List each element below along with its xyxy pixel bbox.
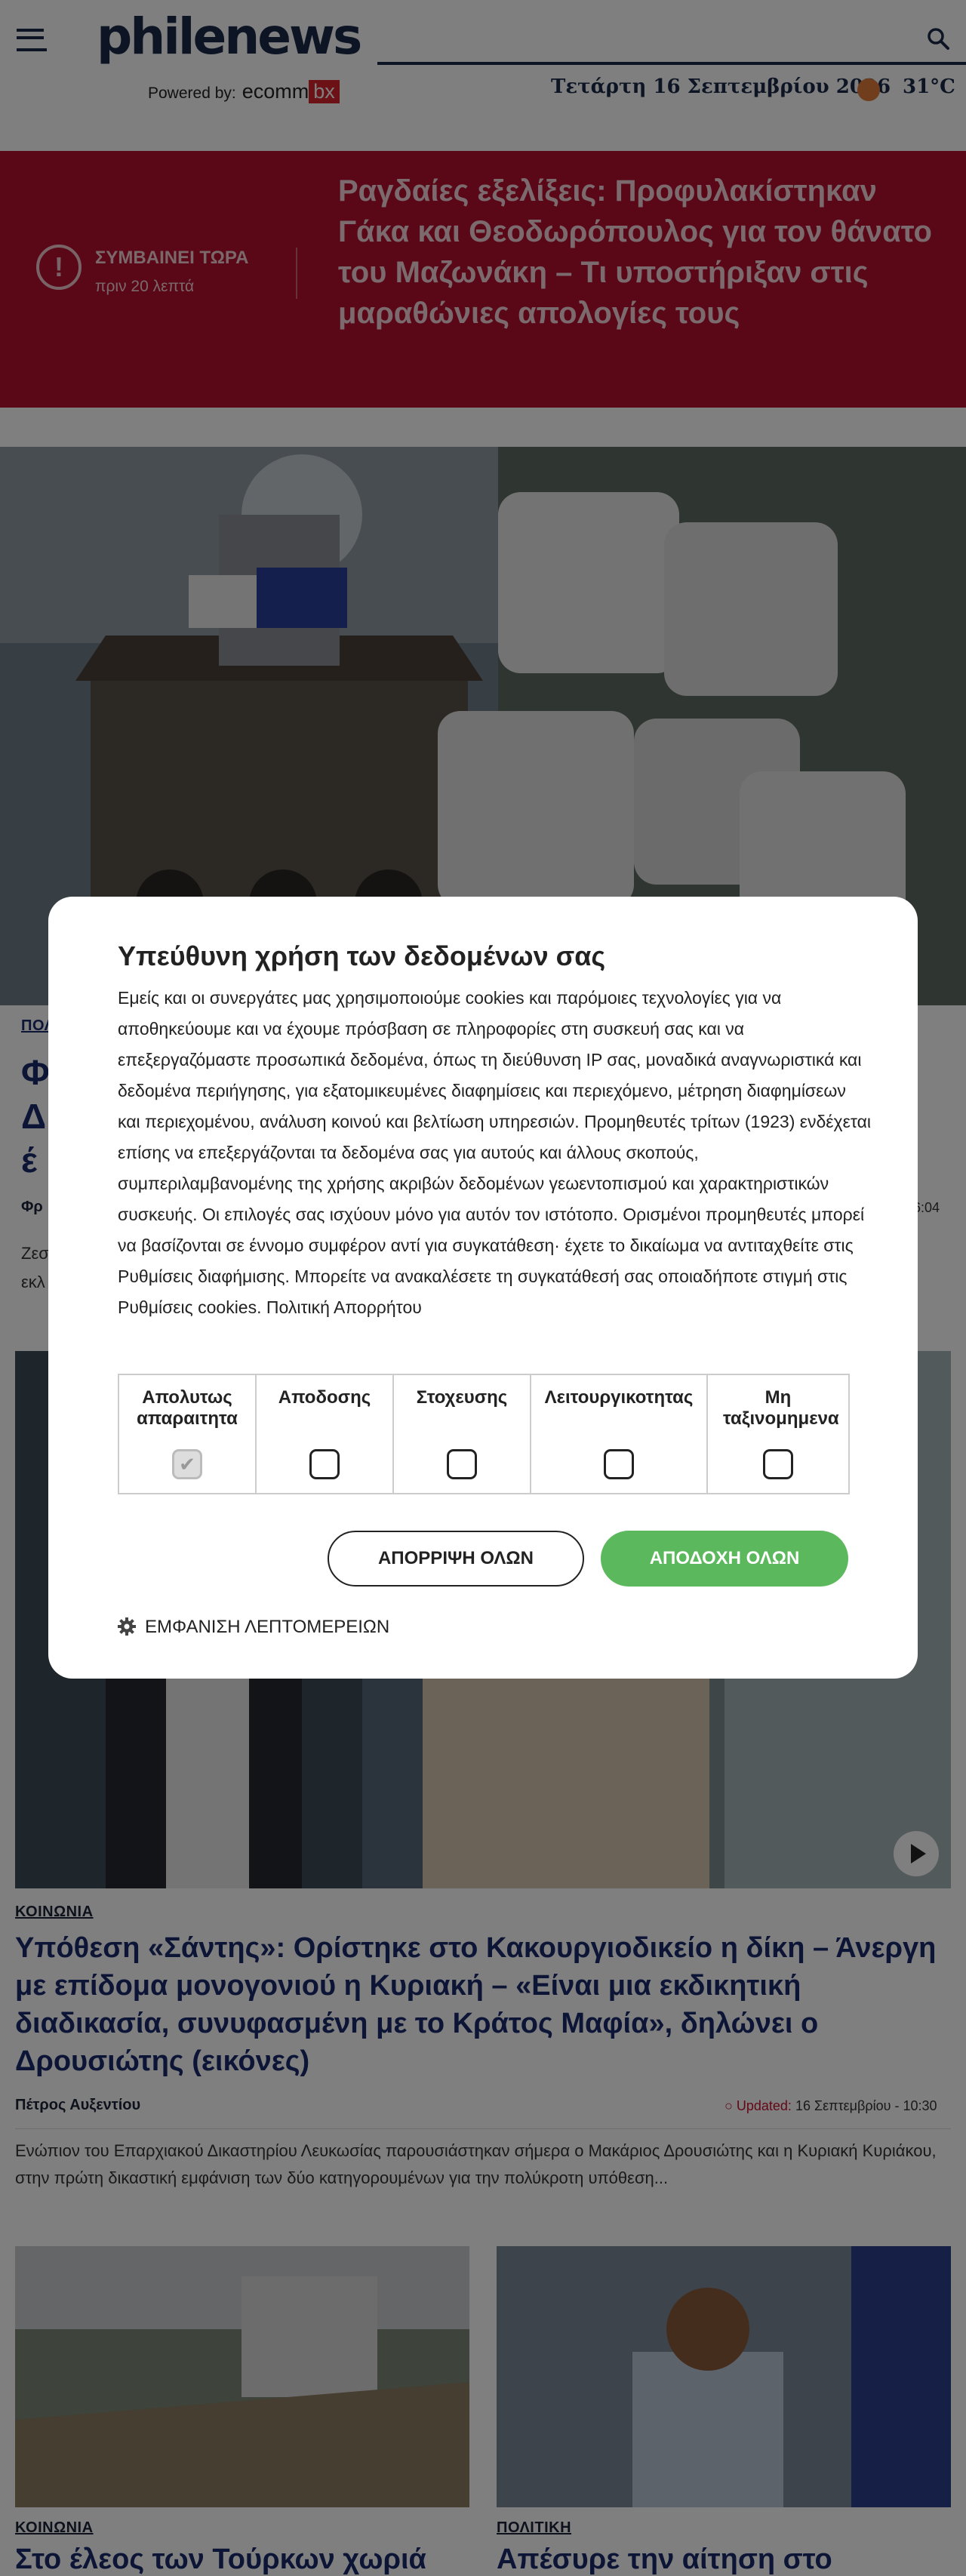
- consent-checkbox-targeting[interactable]: [447, 1449, 477, 1479]
- consent-checkbox-performance[interactable]: [309, 1449, 340, 1479]
- consent-categories: Απολυτως απαραιτητα Αποδοσης Στοχευσης Λ…: [118, 1374, 850, 1494]
- consent-category-unclassified: Μη ταξινομημενα: [708, 1375, 848, 1493]
- consent-title: Υπεύθυνη χρήση των δεδομένων σας: [118, 940, 606, 971]
- gear-icon: [118, 1617, 136, 1636]
- consent-category-performance: Αποδοσης: [257, 1375, 394, 1493]
- consent-category-label: Μη ταξινομημενα: [723, 1387, 839, 1429]
- consent-category-label: Αποδοσης: [278, 1387, 371, 1408]
- consent-category-necessary: Απολυτως απαραιτητα: [119, 1375, 257, 1493]
- accept-all-button[interactable]: ΑΠΟΔΟΧΗ ΟΛΩΝ: [601, 1531, 848, 1587]
- consent-category-label: Στοχευσης: [416, 1387, 508, 1408]
- consent-category-targeting: Στοχευσης: [394, 1375, 531, 1493]
- consent-checkbox-unclassified[interactable]: [763, 1449, 793, 1479]
- consent-checkbox-functionality[interactable]: [604, 1449, 634, 1479]
- consent-text: Εμείς και οι συνεργάτες μας χρησιμοποιού…: [118, 988, 872, 1317]
- consent-category-label: Λειτουργικοτητας: [544, 1387, 694, 1408]
- consent-category-functionality: Λειτουργικοτητας: [531, 1375, 708, 1493]
- cookie-consent-dialog: Υπεύθυνη χρήση των δεδομένων σας Εμείς κ…: [48, 897, 918, 1679]
- show-details-label: ΕΜΦΑΝΙΣΗ ΛΕΠΤΟΜΕΡΕΙΩΝ: [145, 1617, 390, 1637]
- reject-all-button[interactable]: ΑΠΟΡΡΙΨΗ ΟΛΩΝ: [328, 1531, 584, 1587]
- consent-checkbox-necessary: [172, 1449, 202, 1479]
- consent-category-label: Απολυτως απαραιτητα: [137, 1387, 238, 1429]
- show-details-link[interactable]: ΕΜΦΑΝΙΣΗ ΛΕΠΤΟΜΕΡΕΙΩΝ: [118, 1617, 389, 1638]
